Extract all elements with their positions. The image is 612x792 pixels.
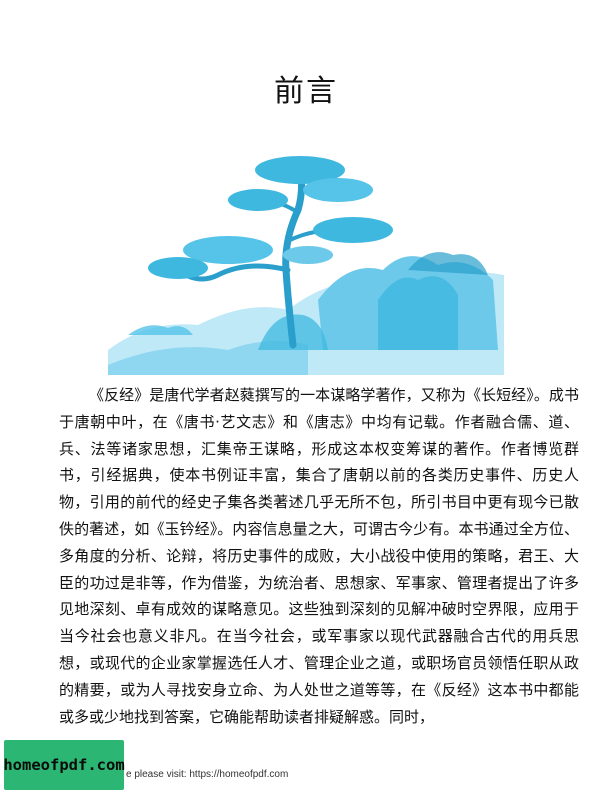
page-title: 前言 [274,74,338,109]
preface-paragraph: 《反经》是唐代学者赵蕤撰写的一本谋略学著作，又称为《长短经》。成书于唐朝中叶，在… [59,386,579,726]
site-logo[interactable]: homeofpdf.com [3,740,125,790]
footer-visit-link[interactable]: e please visit: https://homeofpdf.com [126,769,288,780]
pine-tree-landscape-icon [108,156,504,375]
